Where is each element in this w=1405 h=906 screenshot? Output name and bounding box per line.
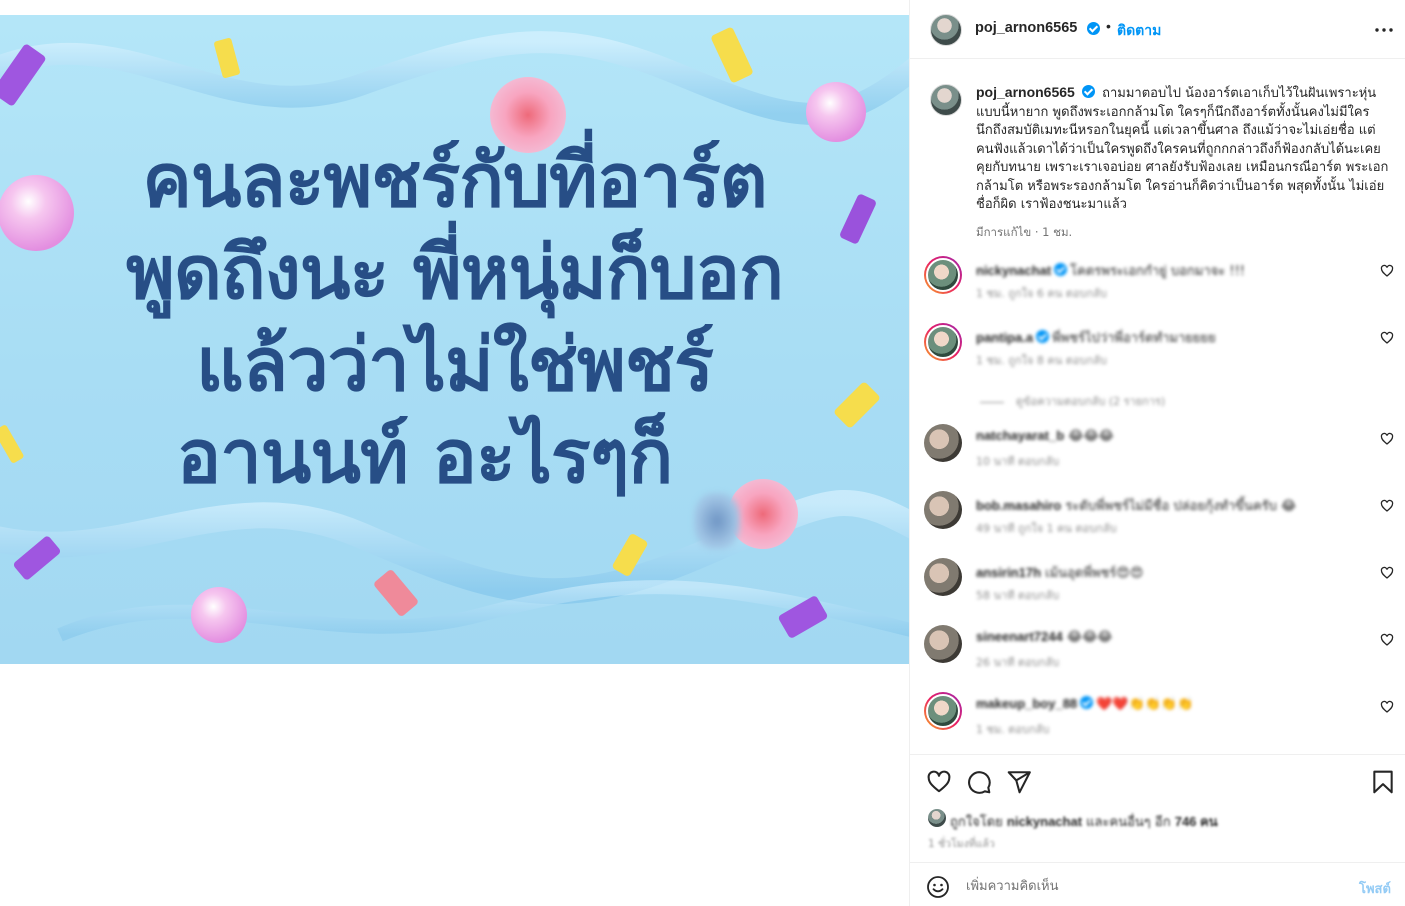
commenter-verified-icon (1080, 696, 1094, 709)
post-actions: ถูกใจโดย nickynachat และคนอื่นๆ อีก 746 … (910, 754, 1405, 862)
comment-item: nickynachat โคตรพระเอกกำยู่ บอกมาจะ !!! 1 … (910, 256, 1405, 316)
likes-prefix: ถูกใจโดย (950, 815, 1007, 830)
comment-like-heart-icon[interactable] (1380, 331, 1394, 345)
headline-line-2: พูดถึงนะ พี่หนุ่มก็บอก (126, 230, 784, 316)
comment-like-heart-icon[interactable] (1380, 633, 1394, 647)
comment-input[interactable] (966, 873, 1336, 899)
comment-text: nickynachat โคตรพระเอกกำยู่ บอกมาจะ !!! (976, 260, 1356, 281)
post-side-panel: poj_arnon6565 • ติดตาม poj_arnon6565 ถาม… (909, 0, 1405, 906)
comment-text: ansirin17h เม้นอุดพี่พชร์😍😍 (976, 562, 1356, 583)
commenter-username[interactable]: pantipa.a (976, 330, 1033, 345)
commenter-username[interactable]: sineenart7244 (976, 629, 1063, 644)
bookmark-icon[interactable] (1370, 769, 1396, 795)
likes-summary[interactable]: ถูกใจโดย nickynachat และคนอื่นๆ อีก 746 … (950, 811, 1218, 832)
commenter-verified-icon (1054, 263, 1068, 276)
comment-item: natchayarat_b 😂😂😂 10 นาที ตอบกลับ (910, 424, 1405, 484)
comment-like-heart-icon[interactable] (1380, 432, 1394, 446)
comment-meta[interactable]: 49 นาที ถูกใจ 1 คน ตอบกลับ (976, 519, 1117, 537)
author-avatar[interactable] (930, 14, 962, 46)
commenter-avatar-image (926, 325, 960, 359)
commenter-username[interactable]: makeup_boy_88 (976, 696, 1077, 711)
commenter-verified-icon (1036, 330, 1050, 343)
caption-text: ถามมาตอบไป น้องอาร์ตเอาเก็บไว้ในฝันเพราะ… (976, 86, 1389, 212)
follow-button[interactable]: ติดตาม (1117, 20, 1161, 42)
commenter-username[interactable]: ansirin17h (976, 565, 1041, 580)
comment-item: makeup_boy_88 ❤️❤️👏👏👏👏 1 ชม. ตอบกลับ (910, 692, 1405, 752)
post-comment-button[interactable]: โพสต์ (1359, 878, 1391, 899)
comment-icon[interactable] (966, 769, 992, 795)
comment-body: 😂😂😂 (1066, 630, 1113, 645)
post-header: poj_arnon6565 • ติดตาม (910, 0, 1405, 59)
caption-meta: มีการแก้ไข · 1 ชม. (976, 225, 1073, 239)
more-horizontal-icon[interactable] (1372, 18, 1396, 42)
comment-text: pantipa.a พี่พชร์ไปว่าพี่อาร์ตทำมายยยย (976, 327, 1356, 348)
comment-like-heart-icon[interactable] (1380, 566, 1394, 580)
headline-line-1: คนละพชร์กับที่อาร์ต (142, 138, 767, 224)
comment-text: natchayarat_b 😂😂😂 (976, 428, 1356, 444)
likes-user[interactable]: nickynachat (1007, 814, 1082, 829)
comment-text: sineenart7244 😂😂😂 (976, 629, 1356, 645)
comment-item: ansirin17h เม้นอุดพี่พชร์😍😍 58 นาที ตอบกล… (910, 558, 1405, 618)
headline-line-3: แล้วว่าไม่ใช่พชร์ (196, 322, 714, 408)
commenter-username[interactable]: bob.masahiro (976, 498, 1061, 513)
commenter-avatar[interactable] (924, 491, 962, 529)
likes-count[interactable]: 746 คน (1175, 814, 1218, 829)
post-caption: poj_arnon6565 ถามมาตอบไป น้องอาร์ตเอาเก็… (976, 83, 1391, 215)
caption-author-avatar[interactable] (930, 84, 962, 116)
header-separator: • (1106, 18, 1111, 34)
comment-body: ระดับพี่พชร์ไม่มีชื่อ ปล่อยกุ้งทำขึ้นครั… (1065, 499, 1297, 514)
comment-text: bob.masahiro ระดับพี่พชร์ไม่มีชื่อ ปล่อย… (976, 495, 1356, 516)
commenter-avatar[interactable] (924, 625, 962, 663)
headline-line-4: อานนท์ อะไรๆก็ (176, 414, 673, 500)
add-comment-bar: โพสต์ (910, 862, 1405, 906)
comment-item: sineenart7244 😂😂😂 26 นาที ตอบกลับ (910, 625, 1405, 685)
comment-body: พี่พชร์ไปว่าพี่อาร์ตทำมายยยย (1052, 331, 1216, 346)
commenter-avatar[interactable] (924, 323, 962, 361)
commenter-avatar[interactable] (924, 256, 962, 294)
comment-meta[interactable]: 1 ชม. ถูกใจ 6 คน ตอบกลับ (976, 284, 1107, 302)
comment-body: เม้นอุดพี่พชร์😍😍 (1045, 566, 1144, 581)
censor-blur (694, 493, 740, 549)
comment-meta[interactable]: 26 นาที ตอบกลับ (976, 653, 1059, 671)
share-icon[interactable] (1006, 769, 1032, 795)
comment-body: ❤️❤️👏👏👏👏 (1096, 697, 1194, 712)
comment-meta[interactable]: 58 นาที ตอบกลับ (976, 586, 1059, 604)
commenter-avatar[interactable] (924, 692, 962, 730)
heart-icon[interactable] (926, 769, 952, 795)
comment-like-heart-icon[interactable] (1380, 264, 1394, 278)
comment-item: bob.masahiro ระดับพี่พชร์ไม่มีชื่อ ปล่อย… (910, 491, 1405, 551)
replies-dash (980, 401, 1004, 403)
comment-meta[interactable]: 1 ชม. ตอบกลับ (976, 720, 1049, 738)
commenter-avatar-image (926, 694, 960, 728)
commenter-avatar[interactable] (924, 558, 962, 596)
comment-item: pantipa.a พี่พชร์ไปว่าพี่อาร์ตทำมายยยย 1 ช… (910, 323, 1405, 383)
post-timestamp[interactable]: 1 ชั่วโมงที่แล้ว (928, 835, 995, 852)
view-replies-link[interactable]: ดูข้อความตอบกลับ (2 รายการ) (980, 392, 1165, 410)
smiley-icon[interactable] (926, 875, 950, 899)
liker-avatar[interactable] (928, 809, 946, 827)
comment-meta[interactable]: 1 ชม. ถูกใจ 8 คน ตอบกลับ (976, 351, 1107, 369)
comment-body: 😂😂😂 (1068, 429, 1114, 444)
post-image-headline: คนละพชร์กับที่อาร์ต พูดถึงนะ พี่หนุ่มก็บ… (0, 135, 909, 503)
author-username[interactable]: poj_arnon6565 (975, 20, 1077, 36)
comment-body: โคตรพระเอกกำยู่ บอกมาจะ !!! (1070, 264, 1246, 279)
verified-badge-icon (1087, 22, 1100, 35)
commenter-username[interactable]: nickynachat (976, 263, 1051, 278)
commenter-username[interactable]: natchayarat_b (976, 428, 1064, 443)
comment-like-heart-icon[interactable] (1380, 499, 1394, 513)
comment-like-heart-icon[interactable] (1380, 700, 1394, 714)
view-replies-label: ดูข้อความตอบกลับ (2 รายการ) (1016, 395, 1166, 408)
post-media: คนละพชร์กับที่อาร์ต พูดถึงนะ พี่หนุ่มก็บ… (0, 0, 909, 906)
caption-verified-icon (1081, 85, 1095, 98)
caption-username[interactable]: poj_arnon6565 (976, 84, 1075, 100)
commenter-avatar[interactable] (924, 424, 962, 462)
comment-meta[interactable]: 10 นาที ตอบกลับ (976, 452, 1059, 470)
likes-middle: และคนอื่นๆ อีก (1082, 815, 1175, 830)
commenter-avatar-image (926, 258, 960, 292)
post-image[interactable]: คนละพชร์กับที่อาร์ต พูดถึงนะ พี่หนุ่มก็บ… (0, 15, 909, 664)
comment-text: makeup_boy_88 ❤️❤️👏👏👏👏 (976, 696, 1356, 712)
